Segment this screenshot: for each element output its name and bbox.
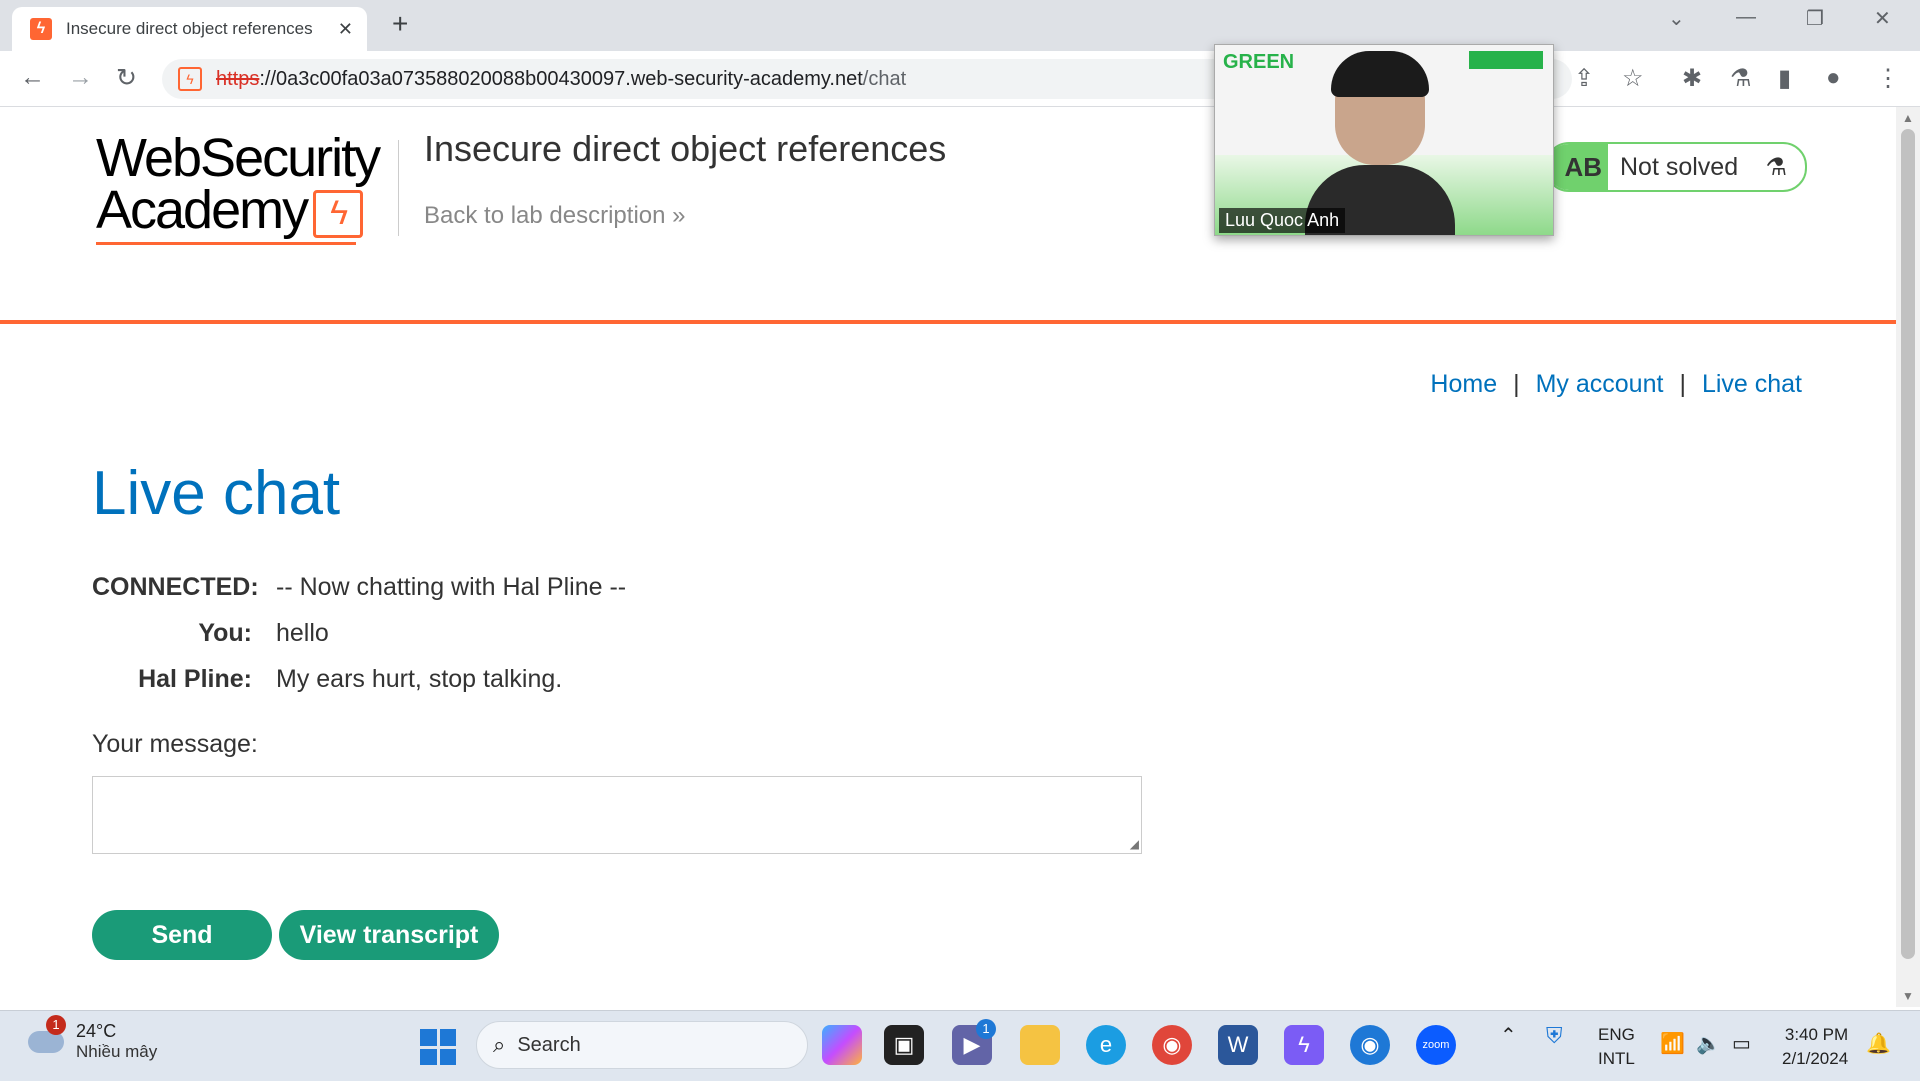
tab-close-icon[interactable]: ✕ [338,19,353,40]
chat-area: CONNECTED: -- Now chatting with Hal Plin… [92,564,626,702]
lab-badge: AB [1547,144,1608,190]
reload-icon[interactable]: ↻ [116,63,137,93]
star-icon[interactable]: ☆ [1622,64,1644,93]
nav-live-chat-link[interactable]: Live chat [1702,370,1802,399]
weather-badge: 1 [46,1014,66,1035]
send-button[interactable]: Send [92,910,272,960]
lab-status-text: Not solved [1620,152,1739,181]
message-textarea[interactable]: ◢ [92,776,1142,854]
menu-icon[interactable]: ⋮ [1876,64,1900,93]
chrome-active-icon[interactable]: ◉ [1350,1025,1390,1065]
chat-message: CONNECTED: -- Now chatting with Hal Plin… [92,564,626,610]
chat-sender: Hal Pline: [138,664,252,693]
teams-icon[interactable]: ▶ 1 [952,1019,996,1065]
start-button[interactable] [420,1029,456,1065]
zoom-icon[interactable]: zoom [1416,1025,1456,1065]
close-window-button[interactable]: ✕ [1874,6,1891,31]
burp-suite-icon[interactable]: ϟ [1284,1025,1324,1065]
lab-status-widget: AB Not solved ⚗ [1545,142,1807,192]
scrollbar-thumb[interactable] [1901,129,1915,959]
chat-sender: You: [198,618,252,647]
page-scrollbar[interactable]: ▲ ▼ [1896,107,1920,1007]
weather-desc: Nhiều mây [76,1042,158,1061]
chrome-icon[interactable]: ◉ [1152,1025,1192,1065]
flask-icon: ⚗ [1765,153,1787,181]
minimize-button[interactable]: — [1736,6,1756,29]
background-brand-badge [1469,51,1543,69]
copilot-icon[interactable] [822,1025,862,1065]
tab-title: Insecure direct object references [66,19,313,38]
header-divider [398,140,399,236]
defender-shield-icon[interactable]: ⛨ [1546,1023,1563,1049]
word-icon[interactable]: W [1218,1025,1258,1065]
sidepanel-icon[interactable]: ▮ [1778,64,1791,93]
browser-tab-strip: ϟ Insecure direct object references ✕ + … [0,0,1920,51]
volume-icon[interactable]: 🔈 [1696,1031,1721,1056]
top-navigation: Home | My account | Live chat [1430,370,1802,399]
nav-separator: | [1513,370,1520,398]
task-view-icon[interactable]: ▣ [884,1025,924,1065]
header-rule [0,320,1896,324]
web-security-academy-logo[interactable]: WebSecurity Academy ϟ [96,131,396,245]
resize-grip-icon[interactable]: ◢ [1130,837,1139,851]
not-secure-icon[interactable]: ϟ [178,67,202,91]
chevron-right-icon: » [672,202,686,229]
weather-widget[interactable]: 1 24°C Nhiều mây [28,1014,158,1062]
show-hidden-icons-icon[interactable]: ⌃ [1500,1023,1517,1048]
view-transcript-button[interactable]: View transcript [279,910,499,960]
back-icon[interactable]: ← [20,63,45,92]
nav-my-account-link[interactable]: My account [1536,370,1664,399]
page-title: Live chat [92,459,341,528]
video-call-overlay[interactable]: GREEN Luu Quoc Anh [1214,44,1554,236]
clock[interactable]: 3:40 PM 2/1/2024 [1782,1023,1848,1071]
chat-text: -- Now chatting with Hal Pline -- [276,572,627,601]
forward-icon[interactable]: → [68,63,93,92]
weather-temp: 24°C [76,1021,117,1041]
extensions-icon[interactable]: ✱ [1682,64,1702,93]
lab-title: Insecure direct object references [424,128,947,169]
chat-text: hello [276,618,329,647]
notification-bell-icon[interactable]: 🔔 [1866,1031,1891,1056]
cloud-icon: 1 [28,1014,66,1053]
url-text: https://0a3c00fa03a073588020088b00430097… [216,67,907,90]
chat-message: Hal Pline: My ears hurt, stop talking. [92,656,626,702]
windows-taskbar: 1 24°C Nhiều mây ⌕ Search ▣ ▶ 1 e ◉ W ϟ ◉… [0,1010,1920,1081]
back-to-lab-description-link[interactable]: Back to lab description » [424,202,686,230]
share-icon[interactable]: ⇪ [1574,64,1594,93]
browser-tab[interactable]: ϟ Insecure direct object references ✕ [12,7,367,51]
teams-badge: 1 [976,1019,996,1039]
chat-text: My ears hurt, stop talking. [276,664,563,693]
taskbar-search[interactable]: ⌕ Search [476,1021,808,1069]
logo-underline [96,241,356,245]
battery-icon[interactable]: ▭ [1732,1031,1751,1056]
participant-name: Luu Quoc Anh [1219,208,1346,233]
search-icon: ⌕ [493,1032,506,1057]
edge-icon[interactable]: e [1086,1025,1126,1065]
browser-toolbar: ← → ↻ ϟ https://0a3c00fa03a073588020088b… [0,51,1920,107]
scroll-up-icon[interactable]: ▲ [1902,111,1914,125]
tab-search-icon[interactable]: ⌄ [1668,6,1685,31]
input-language[interactable]: ENG INTL [1598,1023,1635,1071]
background-brand-logo: GREEN [1223,51,1295,73]
academy-bolt-icon: ϟ [313,189,364,238]
message-label: Your message: [92,730,258,758]
chat-sender: CONNECTED: [92,572,259,601]
restore-button[interactable]: ❐ [1806,6,1824,31]
labs-icon[interactable]: ⚗ [1730,64,1752,93]
profile-icon[interactable]: ● [1826,64,1841,92]
wifi-icon[interactable]: 📶 [1660,1031,1685,1056]
new-tab-button[interactable]: + [392,8,408,40]
nav-separator: | [1679,370,1686,398]
scroll-down-icon[interactable]: ▼ [1902,989,1914,1003]
file-explorer-icon[interactable] [1020,1025,1060,1065]
nav-home-link[interactable]: Home [1430,370,1497,399]
portswigger-favicon-icon: ϟ [30,18,52,40]
chat-message: You: hello [92,610,626,656]
search-label: Search [517,1033,581,1056]
